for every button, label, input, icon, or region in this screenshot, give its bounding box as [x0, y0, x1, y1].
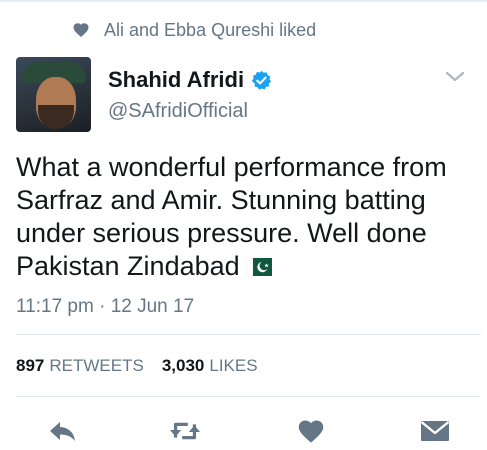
avatar[interactable] — [16, 57, 91, 132]
tweet-stats: 897 RETWEETS 3,030 LIKES — [16, 356, 258, 376]
likes-label[interactable]: LIKES — [209, 356, 257, 376]
message-icon — [420, 421, 450, 441]
reply-icon — [50, 422, 75, 441]
retweets-label[interactable]: RETWEETS — [49, 356, 143, 376]
tweet-text: What a wonderful performance from Sarfra… — [16, 151, 478, 283]
social-context-text: Ali and Ebba Qureshi liked — [104, 19, 317, 40]
pakistan-flag-icon — [245, 258, 272, 276]
retweets-count[interactable]: 897 — [16, 356, 44, 376]
top-divider — [0, 0, 487, 2]
chevron-down-icon[interactable] — [444, 69, 466, 85]
author-handle[interactable]: @SAfridiOfficial — [108, 100, 248, 123]
reply-button[interactable] — [46, 417, 80, 445]
tweet-line-last: Pakistan Zindabad — [16, 250, 478, 283]
tweet-line: Pakistan Zindabad — [16, 251, 240, 281]
likes-count[interactable]: 3,030 — [162, 356, 205, 376]
author-name-row[interactable]: Shahid Afridi — [108, 66, 272, 94]
heart-icon — [73, 23, 89, 38]
retweet-icon — [169, 422, 201, 440]
tweet-line: Sarfraz and Amir. Stunning batting — [16, 185, 426, 215]
message-button[interactable] — [418, 417, 452, 445]
divider — [16, 334, 481, 335]
tweet-timestamp[interactable]: 11:17 pm · 12 Jun 17 — [16, 296, 194, 318]
social-context[interactable]: Ali and Ebba Qureshi liked — [72, 17, 316, 43]
divider — [16, 396, 481, 397]
tweet-line: What a wonderful performance from — [16, 152, 447, 182]
like-button[interactable] — [294, 417, 328, 445]
like-icon — [298, 420, 324, 443]
author-name[interactable]: Shahid Afridi — [108, 67, 244, 93]
verified-badge-icon — [251, 70, 272, 90]
tweet-line: under serious pressure. Well done — [16, 218, 427, 248]
retweet-button[interactable] — [168, 417, 202, 445]
